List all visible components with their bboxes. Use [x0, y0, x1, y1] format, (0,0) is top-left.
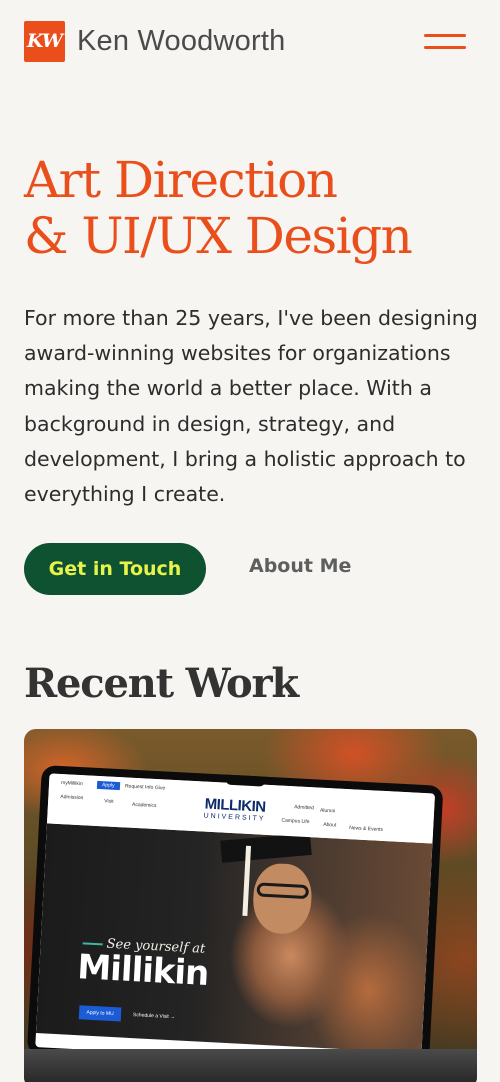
hero-title: Art Direction & UI/UX Design — [24, 152, 484, 264]
student-face — [251, 862, 314, 936]
website-hero-photo: See yourself at Millikin Apply to MU Sch… — [35, 823, 433, 1054]
hero-title-line-2: & UI/UX Design — [24, 207, 413, 265]
site-name[interactable]: Ken Woodworth — [77, 25, 285, 58]
website-nav-academics: Academics — [131, 801, 157, 810]
website-apply-button: Apply to MU — [78, 1005, 122, 1022]
hero-title-line-1: Art Direction — [24, 151, 338, 209]
logo-badge[interactable]: KW — [24, 20, 65, 62]
hero-description: For more than 25 years, I've been design… — [24, 306, 478, 507]
website-nav-admission: Admission — [60, 794, 84, 802]
site-header: KW Ken Woodworth — [24, 20, 476, 62]
laptop-screen: See yourself at Millikin Apply to MU Sch… — [35, 773, 436, 1068]
website-headline: Millikin — [76, 947, 210, 994]
menu-bar — [424, 34, 466, 37]
millikin-logo-subtitle: UNIVERSITY — [203, 812, 266, 823]
laptop-base — [24, 1049, 477, 1082]
laptop-mockup: See yourself at Millikin Apply to MU Sch… — [26, 765, 444, 1076]
about-me-link[interactable]: About Me — [249, 555, 351, 577]
website-nav-news-events: News & Events — [348, 825, 384, 833]
student-glasses — [256, 882, 310, 900]
website-alumni: Alumni — [319, 807, 336, 815]
logo-monogram: KW — [26, 30, 63, 52]
website-nav-about: About — [323, 821, 337, 829]
laptop-notch — [225, 774, 266, 787]
millikin-logo: MILLIKIN UNIVERSITY — [203, 796, 266, 824]
website-schedule-link: Schedule a Visit → — [132, 1012, 176, 1021]
website-nav-visit: Visit — [104, 798, 114, 805]
project-card-millikin[interactable]: See yourself at Millikin Apply to MU Sch… — [24, 729, 477, 1082]
recent-work-title: Recent Work — [24, 660, 299, 707]
graduation-cap-icon — [220, 832, 312, 863]
website-mymillikin: myMillikin — [60, 780, 83, 788]
hamburger-menu-icon[interactable] — [424, 32, 466, 52]
website-give: Give — [154, 784, 166, 792]
website-apply-tab: Apply — [96, 780, 120, 791]
website-admitted: Admitted — [293, 804, 314, 812]
website-nav-campus-life: Campus Life — [281, 817, 310, 826]
menu-bar — [424, 46, 466, 49]
website-request-info: Request Info — [124, 783, 154, 791]
get-in-touch-button[interactable]: Get in Touch — [24, 543, 206, 595]
